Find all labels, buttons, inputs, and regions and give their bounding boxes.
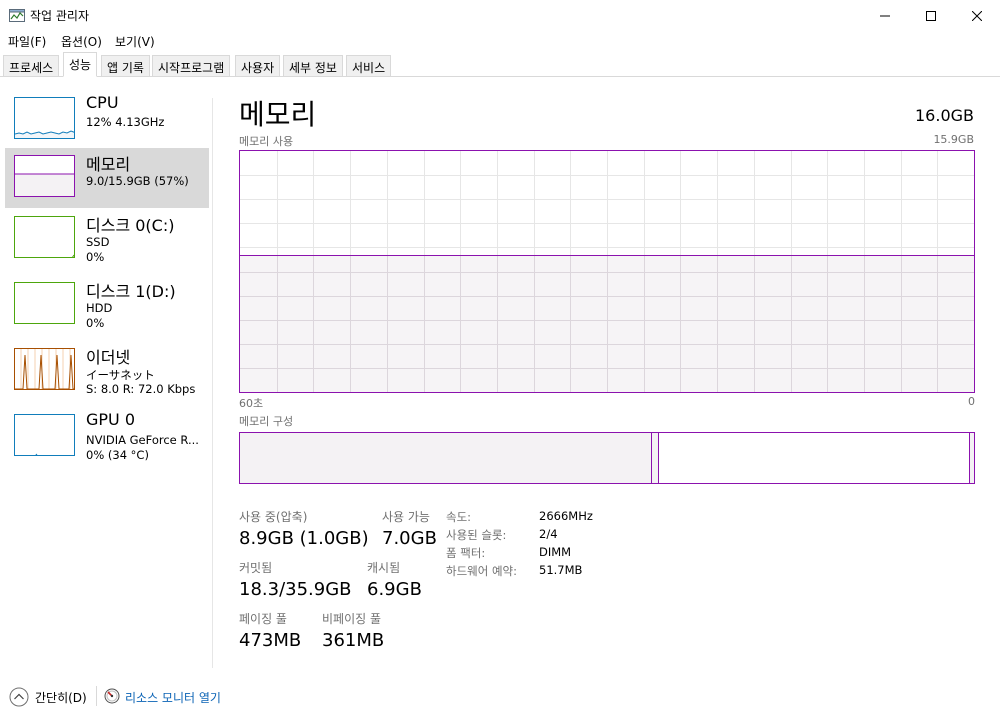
title-bar: 작업 관리자: [0, 0, 1000, 31]
available-label: 사용 가능: [382, 510, 430, 524]
close-icon: [972, 10, 982, 21]
sidebar-item-gpu-0[interactable]: GPU 0 NVIDIA GeForce R... 0% (34 °C): [5, 407, 209, 467]
memory-composition-label: 메모리 구성: [239, 415, 294, 428]
sidebar-item-title: 디스크 1(D:): [86, 282, 176, 301]
sidebar-item-disk-0[interactable]: 디스크 0(C:) SSD 0%: [5, 209, 209, 269]
memory-composition-chart: [240, 433, 974, 483]
form-factor-label: 폼 팩터:: [446, 546, 486, 560]
memory-usage-chart: [240, 151, 974, 392]
sidebar-item-title: GPU 0: [86, 410, 136, 429]
window-title: 작업 관리자: [30, 9, 90, 23]
page-title: 메모리: [239, 98, 317, 131]
memory-usage-graph: [239, 150, 975, 393]
tab-app-history[interactable]: 앱 기록: [101, 55, 150, 76]
hardware-reserved-label: 하드웨어 예약:: [446, 564, 518, 578]
sidebar-item-subtitle: SSD: [86, 235, 110, 249]
fewer-details-button[interactable]: 간단히(D): [35, 689, 87, 706]
sidebar-item-cpu[interactable]: CPU 12% 4.13GHz: [5, 90, 209, 150]
footer-divider: [96, 686, 97, 706]
maximize-icon: [926, 10, 936, 21]
disk0-thumbnail-graph: [14, 216, 75, 258]
sidebar-item-detail: 0%: [86, 316, 105, 330]
memory-usage-max: 15.9GB: [933, 133, 974, 146]
composition-free-marker: [970, 433, 974, 483]
hardware-reserved-value: 51.7MB: [539, 563, 583, 577]
sidebar-item-memory[interactable]: 메모리 9.0/15.9GB (57%): [5, 148, 209, 208]
sidebar-item-subtitle: 12% 4.13GHz: [86, 115, 165, 129]
disk1-thumbnail-graph: [14, 282, 75, 324]
menu-view[interactable]: 보기(V): [115, 33, 155, 50]
sidebar-item-disk-1[interactable]: 디스크 1(D:) HDD 0%: [5, 275, 209, 335]
tab-processes[interactable]: 프로세스: [3, 55, 60, 76]
speed-label: 속도:: [446, 510, 472, 524]
sidebar-item-subtitle: イーサネット: [86, 368, 155, 382]
sidebar-item-title: CPU: [86, 93, 119, 112]
open-resource-monitor-link[interactable]: 리소스 모니터 열기: [125, 689, 221, 706]
menu-bar: 파일(F) 옵션(O) 보기(V): [0, 31, 1000, 51]
collapse-chevron-icon[interactable]: [9, 687, 29, 707]
slots-label: 사용된 슬롯:: [446, 528, 507, 542]
footer: 간단히(D) 리소스 모니터 열기: [0, 680, 1000, 722]
cached-value: 6.9GB: [367, 579, 422, 600]
tab-performance[interactable]: 성능: [63, 52, 98, 77]
form-factor-value: DIMM: [539, 545, 572, 559]
tab-services[interactable]: 서비스: [346, 55, 392, 76]
minimize-icon: [880, 15, 890, 16]
sidebar-item-title: 디스크 0(C:): [86, 216, 175, 235]
tab-users[interactable]: 사용자: [235, 55, 281, 76]
memory-total: 16.0GB: [915, 106, 974, 125]
nonpaged-pool-label: 비페이징 풀: [322, 612, 382, 626]
memory-composition-bar: [239, 432, 975, 484]
sidebar-item-title: 이더넷: [86, 348, 131, 367]
cached-label: 캐시됨: [367, 561, 401, 575]
available-value: 7.0GB: [382, 528, 437, 549]
sidebar-item-subtitle: 9.0/15.9GB (57%): [86, 174, 189, 188]
committed-value: 18.3/35.9GB: [239, 579, 352, 600]
maximize-button[interactable]: [908, 0, 954, 31]
cpu-thumbnail-graph: [14, 97, 75, 139]
composition-in-use: [240, 433, 651, 483]
sidebar-item-title: 메모리: [86, 155, 131, 174]
committed-label: 커밋됨: [239, 561, 273, 575]
menu-file[interactable]: 파일(F): [8, 33, 46, 50]
paged-pool-label: 페이징 풀: [239, 612, 287, 626]
tab-startup[interactable]: 시작프로그램: [152, 55, 231, 76]
sidebar-item-detail: 0%: [86, 250, 105, 264]
memory-thumbnail-graph: [14, 155, 75, 197]
minimize-button[interactable]: [862, 0, 908, 31]
slots-value: 2/4: [539, 527, 558, 541]
sidebar-item-subtitle: HDD: [86, 301, 113, 315]
speed-value: 2666MHz: [539, 509, 593, 523]
sidebar-item-subtitle: NVIDIA GeForce R...: [86, 433, 199, 447]
memory-usage-label: 메모리 사용: [239, 135, 294, 148]
sidebar-item-ethernet[interactable]: 이더넷 イーサネット S: 8.0 R: 72.0 Kbps: [5, 341, 209, 401]
sidebar-divider: [212, 98, 213, 668]
tab-bar: 프로세스 성능 앱 기록 시작프로그램 사용자 세부 정보 서비스: [0, 51, 1000, 77]
graph-axis-start: 60초: [239, 397, 264, 410]
menu-options[interactable]: 옵션(O): [61, 33, 102, 50]
sidebar-item-detail: 0% (34 °C): [86, 448, 149, 462]
paged-pool-value: 473MB: [239, 630, 302, 651]
close-button[interactable]: [954, 0, 1000, 31]
nonpaged-pool-value: 361MB: [322, 630, 385, 651]
in-use-label: 사용 중(압축): [239, 510, 308, 524]
resource-monitor-icon: [104, 688, 120, 704]
sidebar-item-detail: S: 8.0 R: 72.0 Kbps: [86, 382, 196, 396]
in-use-value: 8.9GB (1.0GB): [239, 528, 369, 549]
composition-modified: [652, 433, 658, 483]
task-manager-icon: [9, 9, 25, 22]
tab-details[interactable]: 세부 정보: [283, 55, 343, 76]
ethernet-thumbnail-graph: [14, 348, 75, 390]
performance-sidebar: CPU 12% 4.13GHz 메모리 9.0/15.9GB (57%) 디스크…: [0, 90, 212, 670]
gpu-thumbnail-graph: [14, 414, 75, 456]
graph-axis-end: 0: [968, 395, 975, 408]
